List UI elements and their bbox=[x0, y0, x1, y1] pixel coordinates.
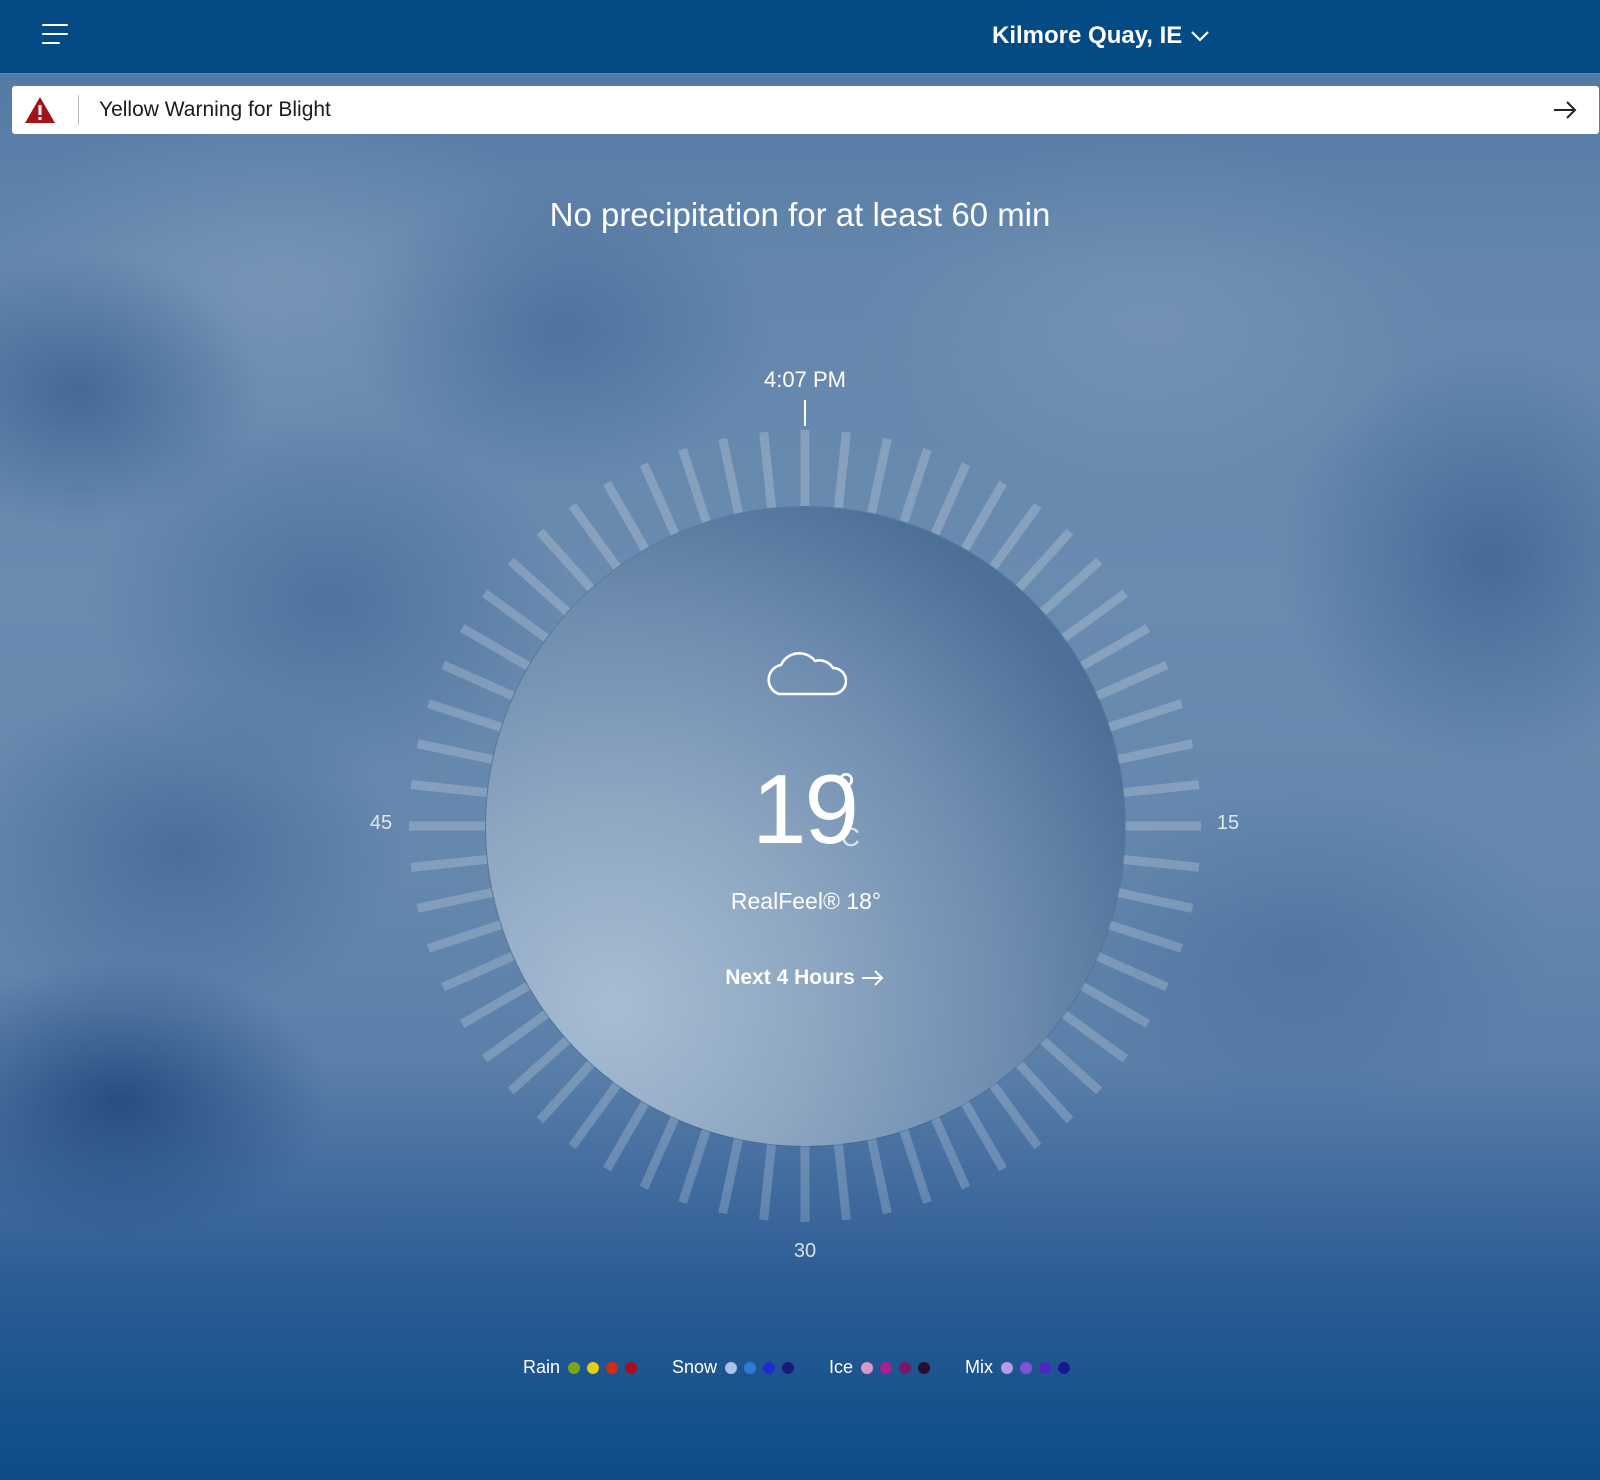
minute-tick bbox=[1039, 557, 1103, 616]
minute-tick bbox=[1061, 1010, 1129, 1063]
minute-tick bbox=[1039, 1036, 1103, 1095]
legend-color-dot bbox=[763, 1361, 776, 1374]
legend-color-dot bbox=[744, 1361, 757, 1374]
legend-color-dot bbox=[1001, 1361, 1014, 1374]
minute-tick bbox=[507, 1036, 571, 1095]
minute-tick bbox=[1015, 1060, 1074, 1124]
minute-tick bbox=[1095, 952, 1169, 992]
legend-color-dot bbox=[918, 1361, 931, 1374]
minute-tick bbox=[507, 557, 571, 616]
minute-tick bbox=[759, 1143, 777, 1221]
legend-color-dot bbox=[880, 1361, 893, 1374]
legend-color-dot bbox=[782, 1361, 795, 1374]
next-4-hours-label: Next 4 Hours bbox=[725, 966, 855, 989]
legend-color-dot bbox=[1020, 1361, 1033, 1374]
minute-tick bbox=[1079, 982, 1151, 1028]
legend-group-mix: Mix bbox=[965, 1357, 1077, 1378]
minute-tick bbox=[426, 699, 503, 732]
minute-tick bbox=[759, 431, 777, 509]
minute-tick bbox=[459, 624, 531, 670]
minute-tick bbox=[867, 1138, 892, 1215]
current-time-label: 4:07 PM bbox=[764, 367, 846, 392]
minute-tick bbox=[410, 854, 488, 872]
legend-color-dot bbox=[861, 1361, 874, 1374]
minute-tick bbox=[678, 447, 711, 524]
minute-tick bbox=[678, 1128, 711, 1205]
legend-color-dot bbox=[567, 1361, 580, 1374]
minutecast-dial: 4:07 PM 15 30 45 19 ° C RealFeel® 18° Ne… bbox=[0, 0, 1600, 1480]
minute-tick bbox=[639, 1116, 679, 1190]
minute-tick bbox=[416, 888, 493, 913]
minute-tick bbox=[536, 528, 595, 592]
minute-tick bbox=[1015, 528, 1074, 592]
legend-label: Ice bbox=[829, 1357, 854, 1377]
realfeel-temperature: RealFeel® 18° bbox=[730, 888, 882, 914]
minute-label-45: 45 bbox=[369, 812, 393, 834]
minute-tick bbox=[1095, 660, 1169, 700]
legend-color-dot bbox=[605, 1361, 618, 1374]
legend-group-rain: Rain bbox=[523, 1357, 644, 1378]
legend-label: Snow bbox=[671, 1357, 718, 1377]
precipitation-legend: Rain Snow Ice Mix bbox=[0, 1357, 1600, 1378]
minute-tick bbox=[833, 1143, 851, 1221]
legend-group-snow: Snow bbox=[672, 1357, 801, 1378]
minute-tick bbox=[989, 502, 1042, 570]
minute-tick bbox=[603, 1100, 649, 1172]
legend-color-dot bbox=[1039, 1361, 1052, 1374]
minute-tick bbox=[1117, 888, 1194, 913]
minute-label-15: 15 bbox=[1216, 812, 1240, 834]
legend-color-dot bbox=[725, 1361, 738, 1374]
degree-symbol: ° bbox=[836, 763, 856, 819]
minute-tick bbox=[481, 1010, 549, 1063]
current-time-marker bbox=[804, 400, 806, 426]
legend-color-dot bbox=[624, 1361, 637, 1374]
minute-tick bbox=[536, 1060, 595, 1124]
minute-tick bbox=[639, 462, 679, 536]
minute-tick bbox=[833, 431, 851, 509]
legend-color-dot bbox=[1058, 1361, 1071, 1374]
minute-tick bbox=[1122, 780, 1200, 798]
legend-label: Mix bbox=[965, 1357, 994, 1377]
minute-tick bbox=[867, 437, 892, 514]
minute-tick bbox=[1061, 589, 1129, 642]
minute-tick bbox=[1079, 624, 1151, 670]
minute-tick bbox=[459, 982, 531, 1028]
temperature-unit: C bbox=[841, 822, 860, 852]
arrow-right-icon bbox=[861, 970, 884, 986]
legend-group-ice: Ice bbox=[829, 1357, 937, 1378]
minute-tick bbox=[416, 739, 493, 764]
minute-tick bbox=[603, 480, 649, 552]
minute-tick bbox=[426, 920, 503, 953]
minute-tick bbox=[1122, 854, 1200, 872]
minute-tick bbox=[568, 1082, 621, 1150]
minute-tick bbox=[481, 589, 549, 642]
minute-tick bbox=[989, 1082, 1042, 1150]
next-4-hours-link[interactable]: Next 4 Hours bbox=[700, 966, 910, 990]
minute-tick bbox=[441, 660, 515, 700]
legend-label: Rain bbox=[522, 1357, 560, 1377]
minute-tick bbox=[931, 462, 971, 536]
minute-label-30: 30 bbox=[793, 1240, 817, 1262]
minute-tick bbox=[1107, 699, 1184, 732]
minute-tick bbox=[899, 447, 932, 524]
legend-color-dot bbox=[586, 1361, 599, 1374]
legend-color-dot bbox=[899, 1361, 912, 1374]
minute-tick bbox=[1107, 920, 1184, 953]
minute-tick bbox=[961, 1100, 1007, 1172]
minute-tick bbox=[961, 480, 1007, 552]
minute-tick bbox=[1117, 739, 1194, 764]
minute-tick bbox=[410, 780, 488, 798]
minute-tick bbox=[718, 437, 743, 514]
minute-tick bbox=[899, 1128, 932, 1205]
minute-tick bbox=[931, 1116, 971, 1190]
minute-tick bbox=[441, 952, 515, 992]
minute-tick bbox=[718, 1138, 743, 1215]
minute-tick bbox=[568, 502, 621, 570]
cloud-icon bbox=[767, 652, 847, 696]
